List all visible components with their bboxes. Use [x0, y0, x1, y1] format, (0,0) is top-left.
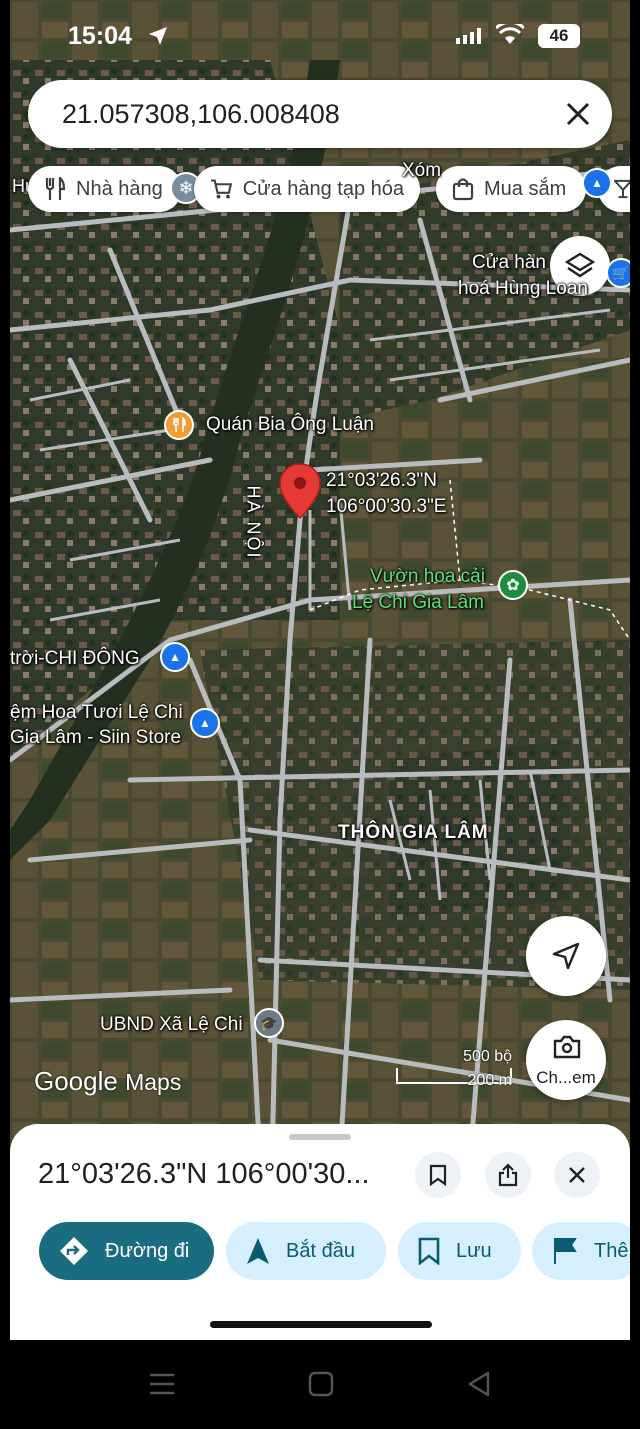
home-icon[interactable] [308, 1370, 334, 1398]
maps-word: Maps [125, 1069, 182, 1095]
chip-label: Nhà hàng [76, 177, 163, 200]
map-label-quan-bia[interactable]: Quán Bia Ông Luận [206, 414, 374, 436]
close-icon [569, 1167, 585, 1183]
location-arrow-icon [149, 27, 167, 45]
close-icon[interactable] [564, 100, 592, 128]
google-maps-logo: Google Maps [34, 1066, 181, 1097]
map-label-hoa-tuoi: ệm Hoa Tươi Lệ Chi [10, 702, 183, 723]
battery-indicator: 46 [538, 24, 580, 48]
flag-icon [554, 1238, 577, 1264]
layers-icon [565, 252, 595, 278]
place-title: 21°03'26.3"N 106°00'30... [38, 1158, 370, 1190]
map-label-cua-hang-2: hoá Hùng Loan [458, 278, 588, 299]
bookmark-icon [418, 1237, 440, 1265]
navigation-icon [247, 1238, 269, 1264]
map-label-cua-hang: Cửa hàn [472, 252, 546, 273]
back-icon[interactable] [466, 1370, 492, 1398]
save-icon-button[interactable] [415, 1152, 461, 1198]
chip-grocery[interactable]: Cửa hàng tạp hóa [194, 166, 420, 212]
fork-knife-icon [45, 177, 66, 200]
start-button[interactable]: Bắt đầu [226, 1222, 386, 1280]
map-label-hoa-tuoi-2: Gia Lâm - Siin Store [10, 727, 182, 748]
chip-label: Cửa hàng tạp hóa [242, 177, 404, 200]
search-input[interactable] [62, 94, 522, 134]
directions-button[interactable]: Đường đi [39, 1222, 214, 1280]
phone-screen: 15:04 46 Hu Nhà hàng ❄ Cửa hàng tạp hóa … [10, 0, 630, 1340]
pin-latitude: 21°03'26.3"N [326, 470, 437, 491]
directions-icon [60, 1237, 88, 1265]
system-nav-bar [0, 1340, 640, 1429]
my-location-button[interactable] [526, 916, 606, 996]
status-time: 15:04 [68, 22, 132, 50]
menu-icon[interactable] [148, 1370, 176, 1398]
share-button[interactable] [485, 1152, 531, 1198]
add-label-label: Thê [594, 1239, 629, 1262]
save-label: Lưu [456, 1239, 492, 1262]
camera-button-label: Ch...em [536, 1068, 596, 1087]
map-label-vuon-hoa-2: Lệ Chi Gia Lâm [352, 592, 485, 613]
start-label: Bắt đầu [286, 1239, 355, 1262]
close-sheet-button[interactable] [554, 1152, 600, 1198]
government-pin-icon[interactable]: 🎓 [254, 1008, 284, 1038]
scale-meters: 200 m [467, 1072, 512, 1089]
status-bar: 15:04 46 [10, 0, 630, 70]
map-label-chi-dong: trời-CHI ĐÔNG [10, 648, 140, 669]
map-scale: 500 bộ 200 m [396, 1046, 516, 1096]
cart-icon [210, 179, 233, 199]
map-label-ha-noi: HÀ NỘI [243, 485, 264, 560]
add-label-button[interactable]: Thê [532, 1222, 630, 1280]
location-pin-icon[interactable] [278, 462, 322, 520]
chip-label: Mua sắm [484, 177, 567, 200]
save-button[interactable]: Lưu [398, 1222, 521, 1280]
navigation-arrow-icon [552, 942, 580, 970]
pin-longitude: 106°00'30.3"E [326, 496, 447, 517]
category-chips: Hu Nhà hàng ❄ Cửa hàng tạp hóa Mua sắm [10, 166, 630, 214]
drag-handle[interactable] [289, 1134, 351, 1140]
scale-feet: 500 bộ [463, 1048, 512, 1065]
restaurant-pin-icon[interactable] [164, 410, 194, 440]
bookmark-icon [429, 1164, 447, 1186]
place-bottom-sheet[interactable]: 21°03'26.3"N 106°00'30... Đường đi Bắt đ… [10, 1124, 630, 1340]
cellular-signal-icon [456, 28, 481, 44]
share-icon [498, 1163, 518, 1187]
wifi-icon [496, 24, 524, 44]
chip-shopping[interactable]: Mua sắm [436, 166, 586, 212]
map-label-vuon-hoa: Vườn hoa cải [370, 566, 485, 587]
flower-pin-icon[interactable]: ✿ [498, 570, 528, 600]
directions-label: Đường đi [105, 1239, 190, 1262]
shop-pin-icon[interactable]: ▲ [582, 168, 612, 198]
shopping-bag-icon [452, 178, 474, 201]
cart-pin-icon[interactable]: 🛒 [606, 258, 630, 288]
search-bar[interactable] [28, 80, 612, 148]
home-indicator [210, 1321, 432, 1328]
camera-icon [553, 1035, 581, 1059]
google-word: Google [34, 1066, 118, 1096]
cocktail-icon [614, 179, 630, 199]
map-label-thon-gia-lam: THÔN GIA LÂM [338, 822, 489, 843]
camera-button[interactable]: Ch...em [526, 1020, 606, 1100]
map-label-ubnd: UBND Xã Lệ Chi [100, 1014, 243, 1035]
shopping-pin-icon[interactable]: ▲ [160, 642, 190, 672]
shopping-pin-icon-2[interactable]: ▲ [190, 708, 220, 738]
chip-restaurants[interactable]: Nhà hàng [28, 166, 182, 212]
map-label-xom: Xóm [402, 160, 442, 181]
